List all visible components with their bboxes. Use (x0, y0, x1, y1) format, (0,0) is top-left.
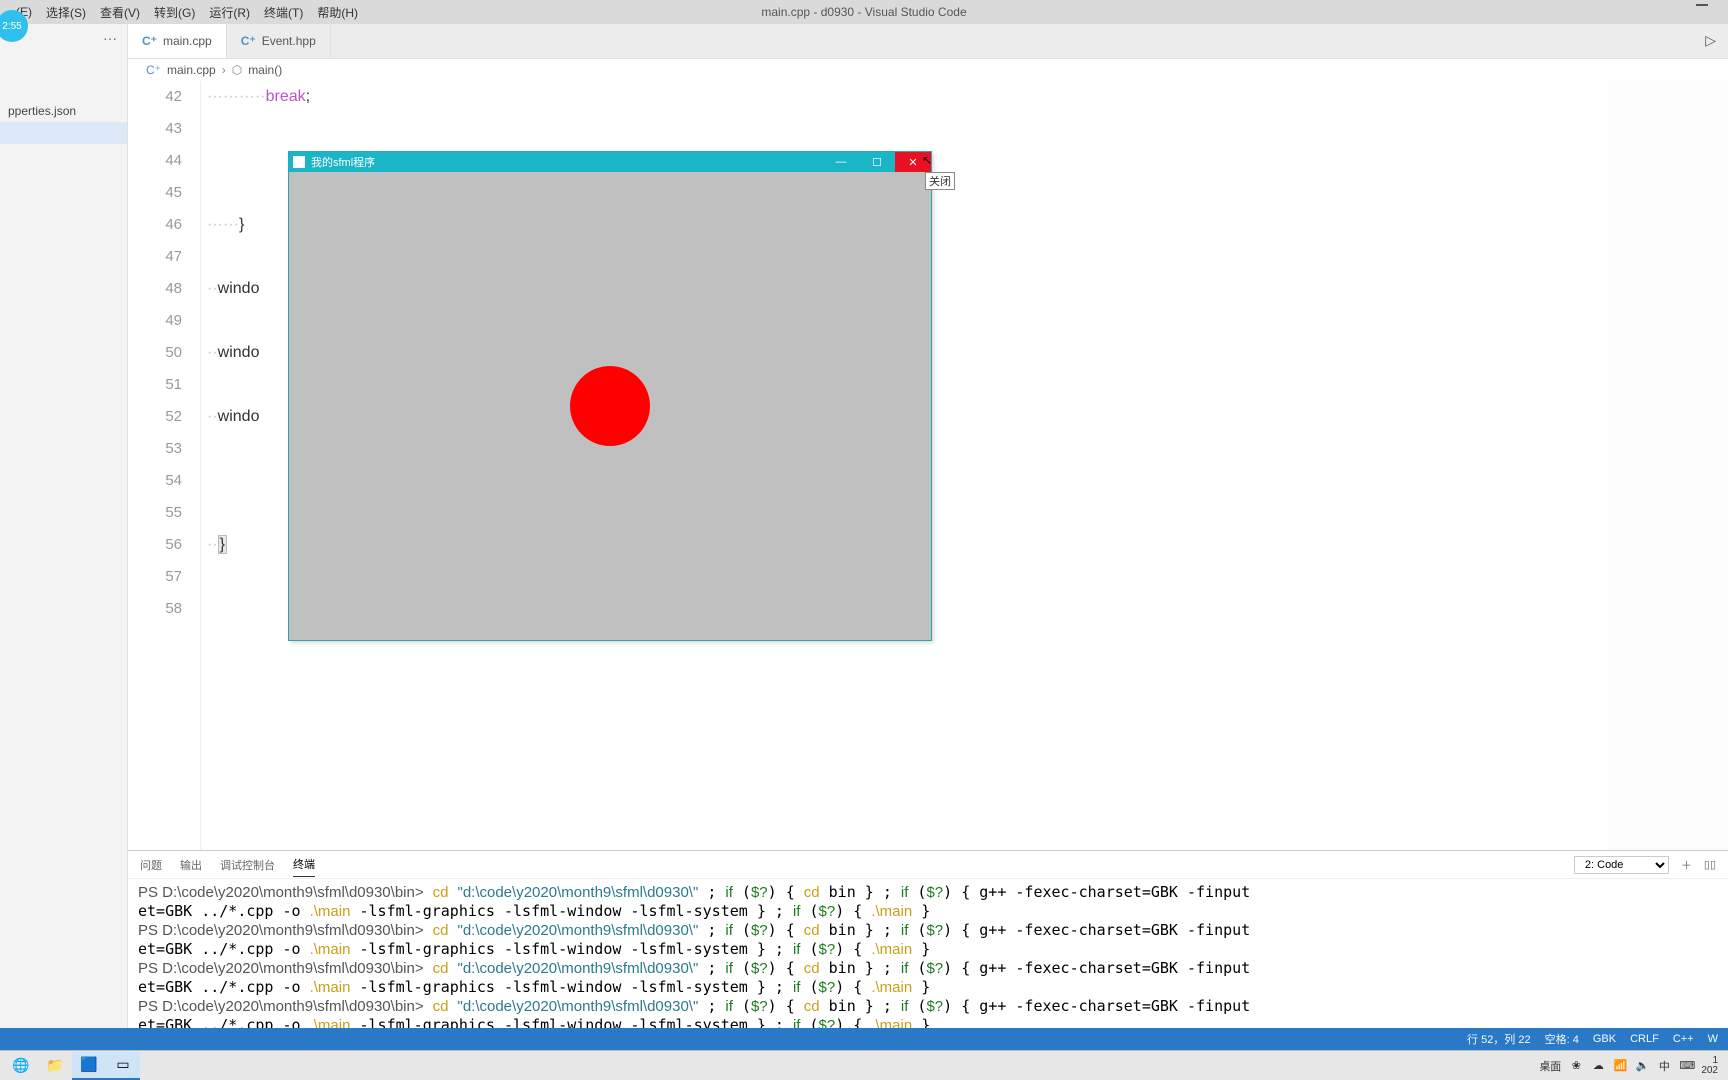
breadcrumb-file[interactable]: main.cpp (167, 63, 216, 77)
sfml-app-window[interactable]: 我的sfml程序 — ☐ ✕ ↖ 关闭 (288, 151, 932, 641)
tab-label: Event.hpp (262, 34, 316, 48)
sfml-close-button[interactable]: ✕ ↖ 关闭 (895, 152, 931, 172)
tray-wifi-icon[interactable]: 📶 (1613, 1059, 1627, 1072)
tab-label: main.cpp (163, 34, 212, 48)
panel-tab-output[interactable]: 输出 (180, 853, 202, 877)
chevron-right-icon: › (222, 63, 226, 77)
status-extra: W (1708, 1033, 1718, 1045)
tray-ime-icon[interactable]: 中 (1657, 1058, 1671, 1074)
breadcrumb-symbol[interactable]: main() (248, 63, 282, 77)
new-terminal-icon[interactable]: ＋ (1681, 857, 1692, 873)
window-title: main.cpp - d0930 - Visual Studio Code (761, 5, 966, 19)
close-icon: ✕ (908, 156, 917, 169)
panel-tab-terminal[interactable]: 终端 (293, 852, 315, 877)
terminal-selector[interactable]: 2: Code (1574, 856, 1669, 874)
tray-volume-icon[interactable]: 🔈 (1635, 1059, 1649, 1072)
minimap[interactable] (1608, 81, 1728, 850)
explorer-selection[interactable] (0, 122, 127, 144)
taskbar-app-icon[interactable]: ▭ (106, 1052, 140, 1080)
close-tooltip: 关闭 (925, 172, 955, 190)
tray-keyboard-icon[interactable]: ⌨ (1679, 1059, 1693, 1072)
windows-taskbar: 🌐 📁 🟦 ▭ 桌面 ❀ ☁ 📶 🔈 中 ⌨ 1202 (0, 1050, 1728, 1080)
symbol-icon: ⬡ (232, 63, 242, 77)
system-tray[interactable]: 桌面 ❀ ☁ 📶 🔈 中 ⌨ 1202 (1539, 1056, 1724, 1076)
status-language[interactable]: C++ (1673, 1033, 1694, 1045)
cpp-file-icon: C⁺ (241, 34, 256, 48)
status-encoding[interactable]: GBK (1593, 1033, 1616, 1045)
app-icon (293, 156, 305, 168)
terminal-output[interactable]: PS D:\code\y2020\month9\sfml\d0930\bin> … (128, 879, 1728, 1050)
tray-clock[interactable]: 1202 (1701, 1056, 1718, 1076)
sfml-maximize-button[interactable]: ☐ (859, 152, 895, 172)
mouse-cursor-icon: ↖ (922, 153, 932, 167)
sfml-minimize-button[interactable]: — (823, 152, 859, 172)
line-gutter: 4243444546474849505152535455565758 (128, 81, 200, 850)
sfml-title-bar[interactable]: 我的sfml程序 — ☐ ✕ ↖ 关闭 (289, 152, 931, 172)
sfml-window-title: 我的sfml程序 (311, 154, 375, 170)
run-button-icon[interactable]: ▷ (1705, 32, 1716, 49)
tab-event-hpp[interactable]: C⁺ Event.hpp (227, 24, 331, 58)
explorer-sidebar: ··· pperties.json (0, 24, 128, 1050)
split-terminal-icon[interactable]: ▯▯ (1704, 858, 1716, 871)
tray-desktop-label[interactable]: 桌面 (1539, 1058, 1561, 1074)
status-eol[interactable]: CRLF (1630, 1033, 1659, 1045)
editor-tabs: C⁺ main.cpp C⁺ Event.hpp ▷ (128, 24, 1728, 59)
status-cursor[interactable]: 行 52，列 22 (1467, 1031, 1531, 1047)
taskbar-edge-icon[interactable]: 🌐 (4, 1052, 38, 1080)
status-spaces[interactable]: 空格: 4 (1545, 1031, 1579, 1047)
menu-goto[interactable]: 转到(G) (154, 4, 195, 21)
taskbar-vscode-icon[interactable]: 🟦 (72, 1052, 106, 1080)
cpp-file-icon: C⁺ (146, 63, 161, 77)
menu-view[interactable]: 查看(V) (100, 4, 140, 21)
panel-tab-problems[interactable]: 问题 (140, 853, 162, 877)
cpp-file-icon: C⁺ (142, 34, 157, 48)
menu-help[interactable]: 帮助(H) (317, 4, 358, 21)
status-bar: 行 52，列 22 空格: 4 GBK CRLF C++ W (0, 1028, 1728, 1050)
explorer-file-properties[interactable]: pperties.json (0, 100, 127, 122)
sfml-canvas (289, 172, 931, 640)
tray-cloud-icon[interactable]: ☁ (1591, 1059, 1605, 1072)
menu-select[interactable]: 选择(S) (46, 4, 86, 21)
menu-terminal[interactable]: 终端(T) (264, 4, 303, 21)
red-circle-shape (570, 366, 650, 446)
bottom-panel: 问题 输出 调试控制台 终端 2: Code ＋ ▯▯ PS D:\code\y… (128, 850, 1728, 1050)
panel-tabs: 问题 输出 调试控制台 终端 2: Code ＋ ▯▯ (128, 851, 1728, 879)
menu-run[interactable]: 运行(R) (209, 4, 250, 21)
panel-tab-debug[interactable]: 调试控制台 (220, 853, 275, 877)
tab-main-cpp[interactable]: C⁺ main.cpp (128, 24, 227, 58)
menu-bar: (E) 选择(S) 查看(V) 转到(G) 运行(R) 终端(T) 帮助(H) … (0, 0, 1728, 24)
breadcrumb[interactable]: C⁺ main.cpp › ⬡ main() (128, 59, 1728, 81)
taskbar-explorer-icon[interactable]: 📁 (38, 1052, 72, 1080)
window-minimize-icon[interactable] (1696, 4, 1708, 6)
tray-flower-icon[interactable]: ❀ (1569, 1059, 1583, 1072)
